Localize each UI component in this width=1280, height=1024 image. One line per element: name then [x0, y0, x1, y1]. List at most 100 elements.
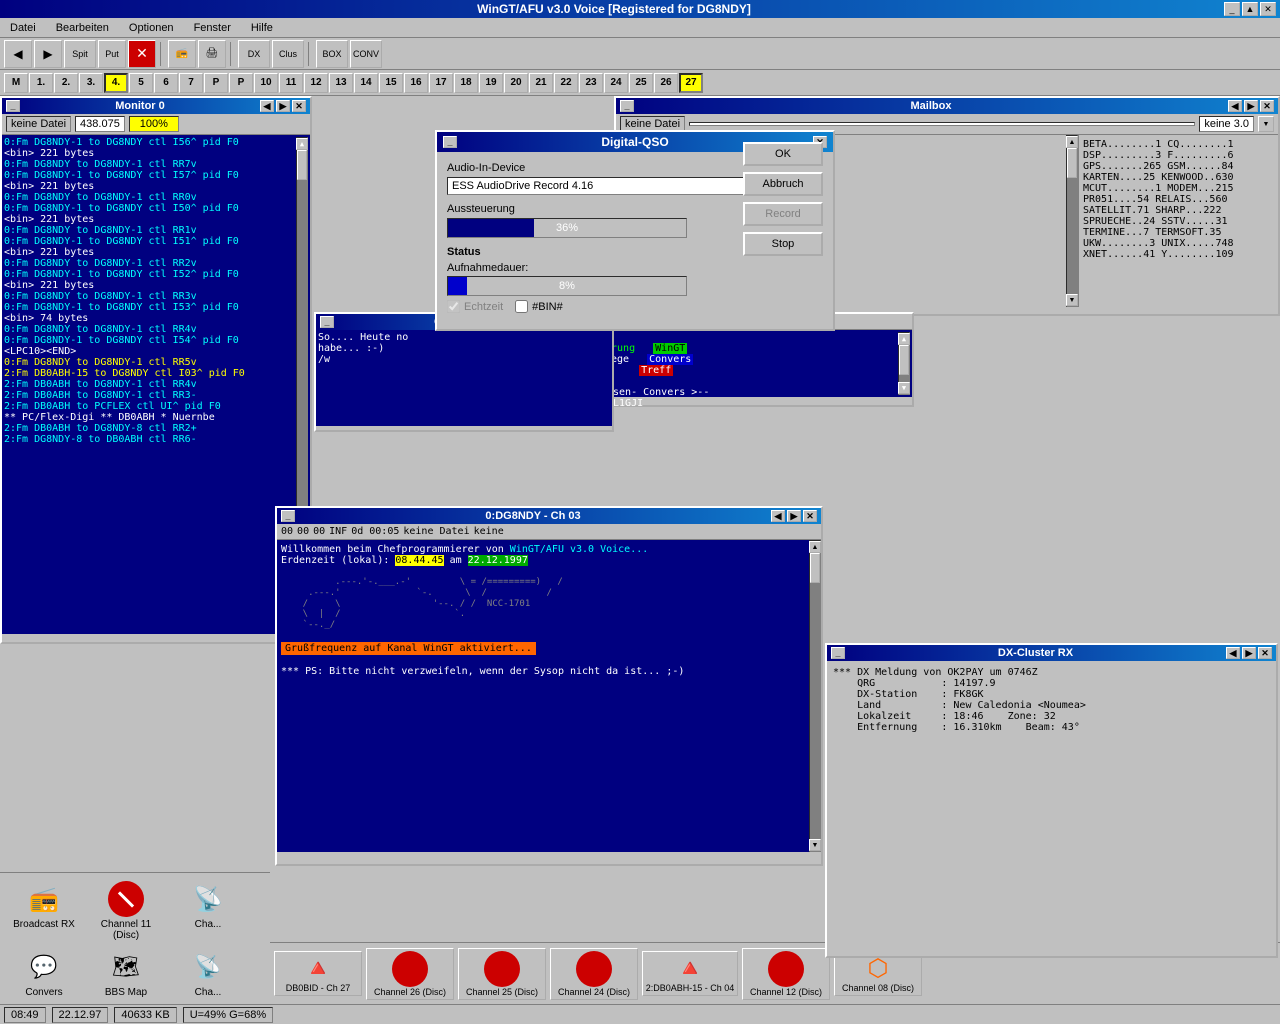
- num-10[interactable]: 10: [254, 73, 278, 93]
- num-18[interactable]: 18: [454, 73, 478, 93]
- num-3[interactable]: 3.: [79, 73, 103, 93]
- cv-up[interactable]: ▲: [898, 333, 910, 345]
- ch-thumb[interactable]: [810, 553, 820, 583]
- num-11[interactable]: 11: [279, 73, 303, 93]
- close-button[interactable]: ✕: [1260, 2, 1276, 16]
- taskicon-ch-blank2[interactable]: 📡 Cha...: [168, 945, 248, 1000]
- num-17[interactable]: 17: [429, 73, 453, 93]
- dialog-minimize[interactable]: _: [443, 136, 457, 148]
- mailbox-scroll-l[interactable]: ◀: [1228, 100, 1242, 112]
- toolbar-btn-radio[interactable]: 📻: [168, 40, 196, 68]
- taskicon-convers[interactable]: 💬 Convers: [4, 945, 84, 1000]
- num-6[interactable]: 6: [154, 73, 178, 93]
- num-p1[interactable]: P: [204, 73, 228, 93]
- num-24[interactable]: 24: [604, 73, 628, 93]
- channel-close[interactable]: ✕: [803, 510, 817, 522]
- menu-hilfe[interactable]: Hilfe: [245, 20, 279, 36]
- ch-up[interactable]: ▲: [809, 541, 821, 553]
- btn-ch26[interactable]: Channel 26 (Disc): [366, 948, 454, 1000]
- toolbar-btn-put[interactable]: Put: [98, 40, 126, 68]
- monitor-minimize[interactable]: _: [6, 100, 20, 112]
- num-22[interactable]: 22: [554, 73, 578, 93]
- btn-ch25[interactable]: Channel 25 (Disc): [458, 948, 546, 1000]
- num-m[interactable]: M: [4, 73, 28, 93]
- toolbar-btn-1[interactable]: ◀: [4, 40, 32, 68]
- num-5[interactable]: 5: [129, 73, 153, 93]
- status-date: 22.12.97: [52, 1007, 109, 1023]
- num-7[interactable]: 7: [179, 73, 203, 93]
- btn-ch12[interactable]: Channel 12 (Disc): [742, 948, 830, 1000]
- menu-datei[interactable]: Datei: [4, 20, 42, 36]
- mb-scroll-up[interactable]: ▲: [1066, 136, 1078, 148]
- monitor-close[interactable]: ✕: [292, 100, 306, 112]
- dxcluster-scroll-l[interactable]: ◀: [1226, 647, 1240, 659]
- mailbox-scroll-btn[interactable]: ▼: [1258, 116, 1274, 132]
- num-25[interactable]: 25: [629, 73, 653, 93]
- dxcluster-scroll-r[interactable]: ▶: [1242, 647, 1256, 659]
- num-21[interactable]: 21: [529, 73, 553, 93]
- btn-ch24[interactable]: Channel 24 (Disc): [550, 948, 638, 1000]
- cv-down[interactable]: ▼: [898, 382, 910, 394]
- channel-scrollbar[interactable]: ▲ ▼: [809, 540, 821, 852]
- num-13[interactable]: 13: [329, 73, 353, 93]
- num-26[interactable]: 26: [654, 73, 678, 93]
- num-20[interactable]: 20: [504, 73, 528, 93]
- scrollbar-thumb[interactable]: [297, 150, 307, 180]
- abbruch-button[interactable]: Abbruch: [743, 172, 823, 196]
- taskicon-ch-blank[interactable]: 📡 Cha...: [168, 877, 248, 943]
- channel-minimize[interactable]: _: [281, 510, 295, 522]
- num-2[interactable]: 2.: [54, 73, 78, 93]
- scrollbar-up[interactable]: ▲: [296, 138, 308, 150]
- record-button[interactable]: Record: [743, 202, 823, 226]
- mailbox-minimize[interactable]: _: [620, 100, 634, 112]
- taskicon-broadcast[interactable]: 📻 Broadcast RX: [4, 877, 84, 943]
- toolbar-btn-conv[interactable]: CONV: [350, 40, 382, 68]
- menu-bearbeiten[interactable]: Bearbeiten: [50, 20, 115, 36]
- toolbar-btn-cluster[interactable]: Clus: [272, 40, 304, 68]
- bin-checkbox[interactable]: [515, 300, 528, 313]
- echtzeit-checkbox[interactable]: [447, 300, 460, 313]
- channel-scroll-r[interactable]: ▶: [787, 510, 801, 522]
- monitor-scroll-left[interactable]: ◀: [260, 100, 274, 112]
- toolbar-btn-2[interactable]: ▶: [34, 40, 62, 68]
- btn-db0abh[interactable]: 🔺 2:DB0ABH-15 - Ch 04: [642, 951, 738, 996]
- maximize-button[interactable]: ▲: [1242, 2, 1258, 16]
- mb-scroll-down[interactable]: ▼: [1066, 294, 1078, 306]
- toolbar-btn-dx[interactable]: DX: [238, 40, 270, 68]
- toolbar-btn-print[interactable]: 🖨: [198, 40, 226, 68]
- ch-down[interactable]: ▼: [809, 839, 821, 851]
- monitor-scroll-right[interactable]: ▶: [276, 100, 290, 112]
- toolbar-sep-3: [308, 42, 312, 66]
- num-23[interactable]: 23: [579, 73, 603, 93]
- toolbar-btn-box[interactable]: BOX: [316, 40, 348, 68]
- stop-button[interactable]: Stop: [743, 232, 823, 256]
- mailbox-close[interactable]: ✕: [1260, 100, 1274, 112]
- ok-button[interactable]: OK: [743, 142, 823, 166]
- mb-thumb[interactable]: [1067, 148, 1077, 178]
- toolbar-btn-x[interactable]: ✕: [128, 40, 156, 68]
- menu-optionen[interactable]: Optionen: [123, 20, 180, 36]
- taskicon-ch11[interactable]: Channel 11 (Disc): [86, 877, 166, 943]
- num-p2[interactable]: P: [229, 73, 253, 93]
- num-1[interactable]: 1.: [29, 73, 53, 93]
- cv-thumb[interactable]: [899, 345, 909, 375]
- mailbox-scrollbar[interactable]: ▲ ▼: [1066, 135, 1078, 307]
- num-12[interactable]: 12: [304, 73, 328, 93]
- menu-fenster[interactable]: Fenster: [188, 20, 237, 36]
- convers-scrollbar[interactable]: ▲ ▼: [898, 332, 910, 395]
- toolbar-btn-split[interactable]: Spit: [64, 40, 96, 68]
- num-15[interactable]: 15: [379, 73, 403, 93]
- num-14[interactable]: 14: [354, 73, 378, 93]
- minimize-button[interactable]: _: [1224, 2, 1240, 16]
- num-27[interactable]: 27: [679, 73, 703, 93]
- num-19[interactable]: 19: [479, 73, 503, 93]
- taskicon-bbsmap[interactable]: 🗺 BBS Map: [86, 945, 166, 1000]
- channel-scroll-l[interactable]: ◀: [771, 510, 785, 522]
- num-16[interactable]: 16: [404, 73, 428, 93]
- btn-db0bid[interactable]: 🔺 DB0BID - Ch 27: [274, 951, 362, 996]
- num-4[interactable]: 4.: [104, 73, 128, 93]
- convers-minimize[interactable]: _: [320, 316, 334, 328]
- mailbox-scroll-r[interactable]: ▶: [1244, 100, 1258, 112]
- dxcluster-minimize[interactable]: _: [831, 647, 845, 659]
- dxcluster-close[interactable]: ✕: [1258, 647, 1272, 659]
